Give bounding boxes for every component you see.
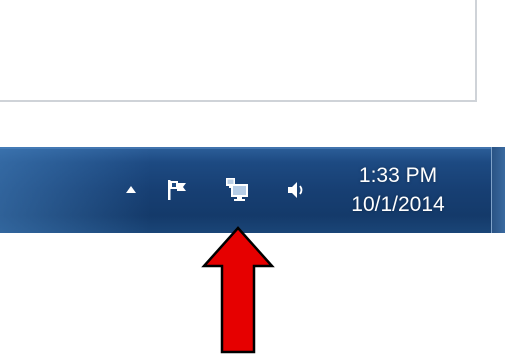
clock-time: 1:33 PM [358,164,438,187]
show-desktop-button[interactable] [491,147,505,233]
window-panel [0,0,477,102]
red-up-arrow-annotation [201,226,275,354]
system-clock[interactable]: 1:33 PM 10/1/2014 [332,161,464,221]
chevron-up-icon [126,186,136,193]
action-center-button[interactable] [162,175,192,205]
clock-date: 10/1/2014 [351,193,445,216]
screenshot-canvas: 1:33 PM 10/1/2014 [0,0,505,358]
taskbar: 1:33 PM 10/1/2014 [0,147,505,233]
network-monitor-icon [226,178,248,201]
show-hidden-icons-button[interactable] [120,175,142,205]
speaker-icon [288,182,303,198]
flag-icon [168,180,186,200]
network-button[interactable] [222,175,252,205]
volume-button[interactable] [282,175,312,205]
